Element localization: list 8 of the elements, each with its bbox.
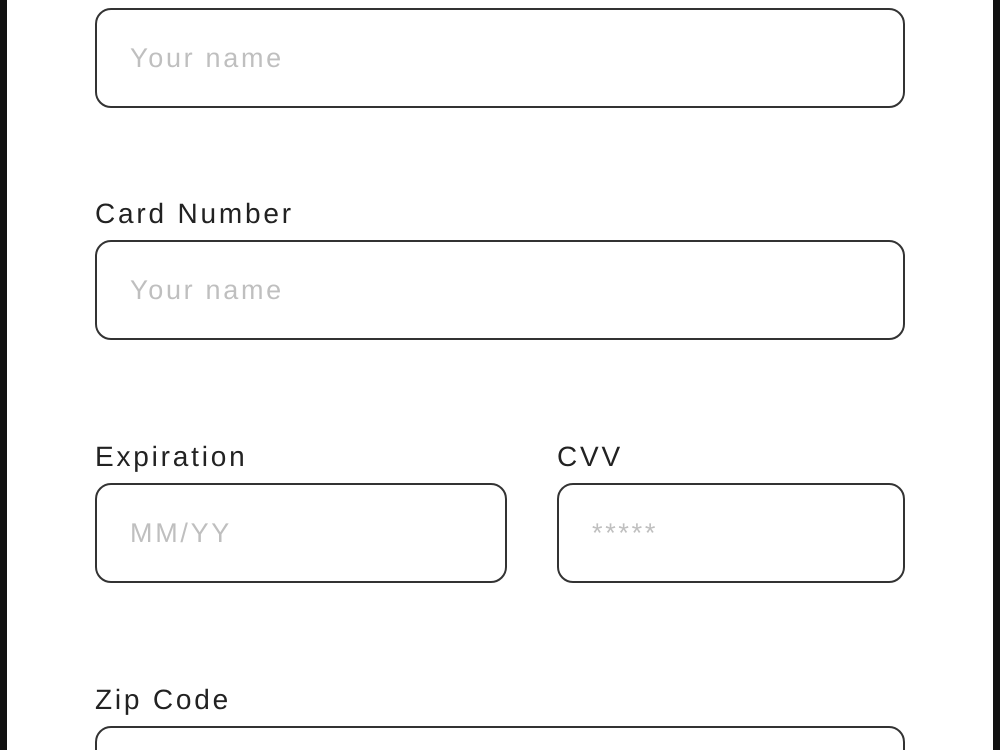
field-label: Zip Code [95,685,232,715]
input-field[interactable]: MM/YY [95,483,507,583]
input-field[interactable]: Your name [95,8,905,108]
field-label: Expiration [95,442,248,472]
input-field[interactable]: ***** [557,483,905,583]
input-field[interactable]: Your name [95,240,905,340]
field-label: CVV [557,442,623,472]
field-label: Card Number [95,199,294,229]
